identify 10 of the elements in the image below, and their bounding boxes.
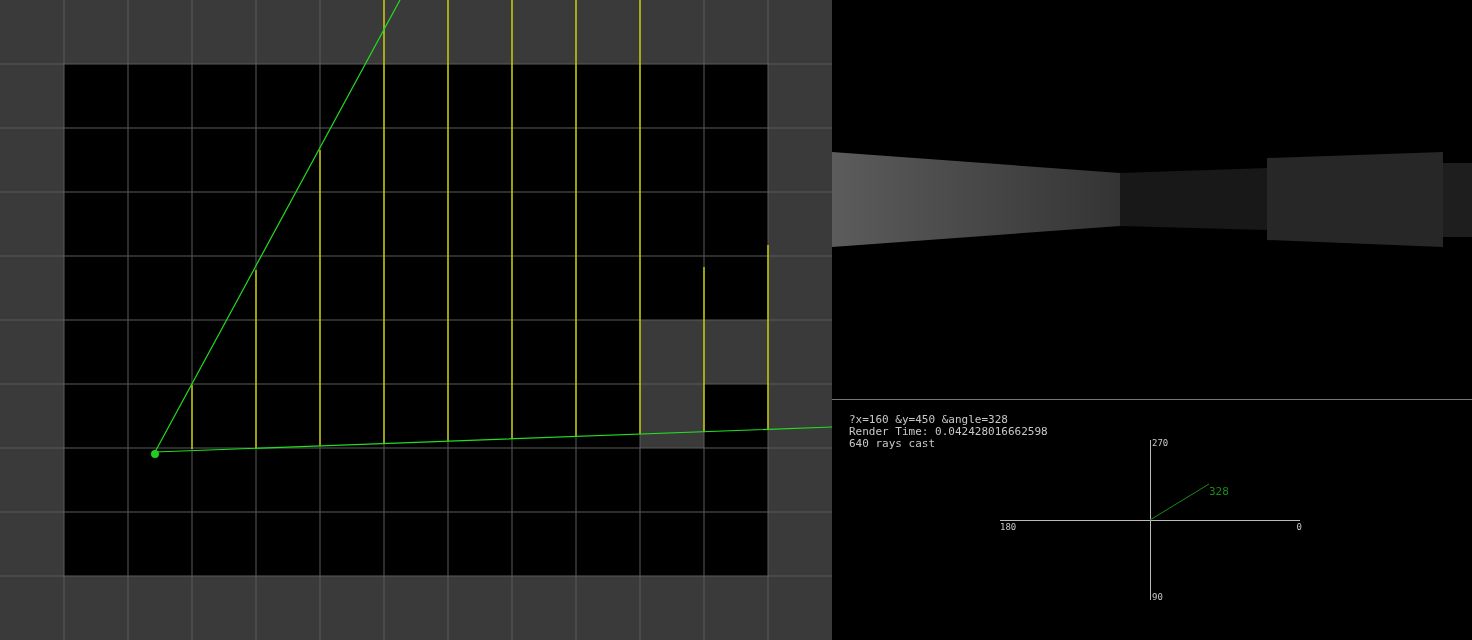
rays-count-text: 640 rays cast xyxy=(849,438,936,450)
heading-line xyxy=(1149,483,1210,521)
heading-label: 328 xyxy=(1209,485,1229,498)
axis-label: 90 xyxy=(1152,592,1163,602)
query-text: ?x=160 &y=450 &angle=328 xyxy=(849,414,1008,426)
axis-label: 0 xyxy=(1296,522,1302,532)
player-marker-icon xyxy=(151,450,159,458)
render-time-text: Render Time: 0.042428016662598 xyxy=(849,426,1048,438)
axis-label: 180 xyxy=(1000,522,1017,532)
axis-label: 270 xyxy=(1152,438,1169,448)
